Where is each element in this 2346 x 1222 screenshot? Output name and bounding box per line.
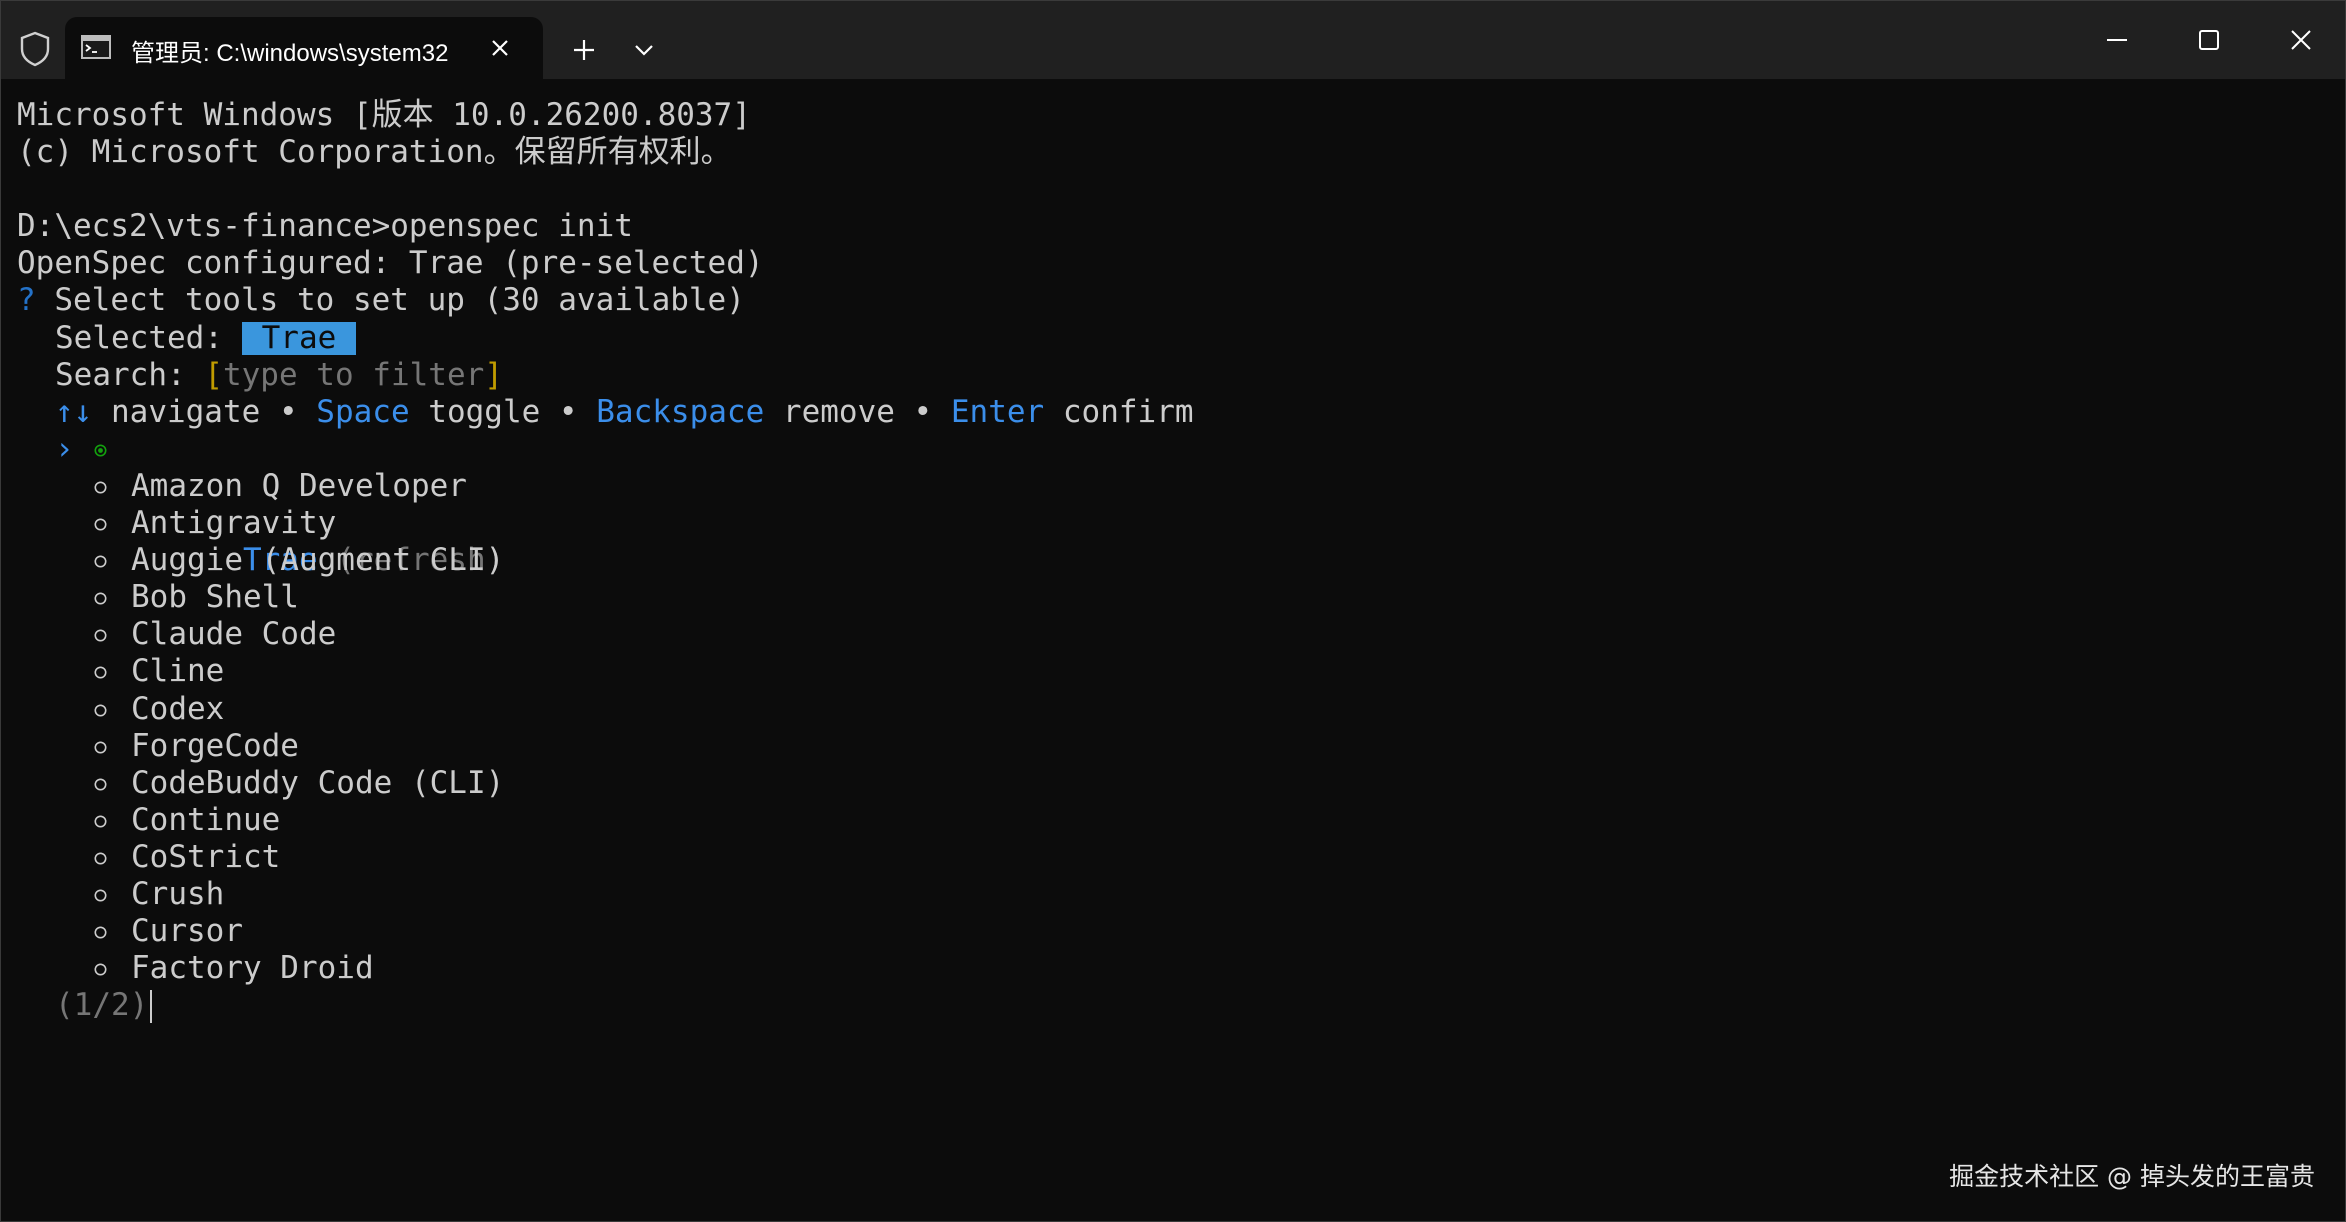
list-item-label: Factory Droid: [131, 950, 374, 987]
list-item[interactable]: Crush: [17, 876, 1194, 913]
selected-label: Selected:: [55, 319, 242, 356]
terminal-output[interactable]: Microsoft Windows [版本 10.0.26200.8037] (…: [17, 97, 1194, 1024]
text-cursor: [150, 990, 153, 1024]
question-line: ? Select tools to set up (30 available): [17, 282, 1194, 319]
help-navigate: navigate •: [92, 393, 317, 430]
navigate-arrows-icon: ↑↓: [55, 393, 93, 430]
close-icon: [492, 40, 508, 56]
radio-unselected-icon: [94, 481, 107, 494]
minimize-icon: [2107, 39, 2127, 41]
list-item[interactable]: Antigravity: [17, 505, 1194, 542]
list-item-active[interactable]: › Trae (refresh): [17, 430, 1194, 578]
plus-icon: [574, 40, 594, 60]
list-item-label: CoStrict: [131, 838, 281, 875]
list-item[interactable]: CoStrict: [17, 839, 1194, 876]
prompt-command: D:\ecs2\vts-finance>openspec init: [17, 208, 633, 245]
radio-unselected-icon: [94, 778, 107, 791]
radio-unselected-icon: [94, 592, 107, 605]
tab-title: 管理员: C:\windows\system32: [131, 40, 449, 67]
help-key-backspace: Backspace: [596, 393, 765, 430]
close-icon: [2291, 30, 2311, 50]
list-item-label: Bob Shell: [131, 579, 299, 616]
maximize-icon: [2199, 30, 2219, 50]
search-bracket-open: [: [204, 356, 223, 393]
search-label: Search:: [55, 356, 205, 393]
radio-unselected-icon: [94, 852, 107, 865]
help-key-enter: Enter: [950, 393, 1045, 430]
title-bar: 管理员: C:\windows\system32: [1, 1, 2345, 79]
header-line-copyright: (c) Microsoft Corporation。保留所有权利。: [17, 134, 732, 171]
list-item-label: ForgeCode: [131, 727, 299, 764]
list-item[interactable]: CodeBuddy Code (CLI): [17, 765, 1194, 802]
help-toggle: toggle •: [409, 393, 597, 430]
search-bracket-close: ]: [484, 356, 503, 393]
list-item-label: Continue: [131, 801, 281, 838]
radio-unselected-icon: [94, 704, 107, 716]
search-line: Search: [type to filter]: [17, 357, 1194, 394]
tab-active[interactable]: 管理员: C:\windows\system32: [65, 17, 543, 79]
terminal-icon: [81, 35, 111, 59]
list-item-label: Codex: [131, 690, 225, 727]
question-mark: ?: [17, 282, 36, 319]
page-indicator: (1/2): [55, 987, 149, 1024]
radio-unselected-icon: [94, 815, 107, 828]
terminal-window: 管理员: C:\windows\system32 Microsoft Windo…: [0, 0, 2346, 1222]
help-remove: remove •: [764, 393, 951, 430]
selected-badge[interactable]: Trae: [241, 321, 357, 355]
question-text: Select tools to set up (30 available): [35, 282, 745, 319]
maximize-button[interactable]: [2179, 15, 2239, 65]
list-item[interactable]: Amazon Q Developer: [17, 468, 1194, 505]
list-item[interactable]: Auggie (Augment CLI): [17, 542, 1194, 579]
list-item-label: Claude Code: [131, 616, 337, 653]
radio-unselected-icon: [94, 889, 107, 902]
close-tab-button[interactable]: [483, 31, 517, 65]
new-tab-button[interactable]: [563, 29, 605, 71]
chevron-down-icon: [635, 45, 653, 56]
list-item[interactable]: Codex: [17, 691, 1194, 728]
list-item[interactable]: Cursor: [17, 913, 1194, 950]
list-item-label: Amazon Q Developer: [131, 467, 467, 504]
configured-line: OpenSpec configured: Trae (pre-selected): [17, 245, 764, 282]
list-item-label: Cline: [131, 653, 225, 690]
close-window-button[interactable]: [2271, 15, 2331, 65]
radio-unselected-icon: [94, 926, 107, 939]
radio-unselected-icon: [94, 963, 107, 976]
list-item-label: Crush: [131, 875, 225, 912]
page-indicator-line: (1/2): [17, 987, 1194, 1024]
pointer-icon: ›: [55, 430, 74, 467]
list-item[interactable]: Claude Code: [17, 616, 1194, 653]
list-item[interactable]: Bob Shell: [17, 579, 1194, 616]
list-item[interactable]: ForgeCode: [17, 728, 1194, 765]
help-line: ↑↓ navigate • Space toggle • Backspace r…: [17, 394, 1194, 431]
radio-unselected-icon: [94, 741, 107, 754]
help-key-space: Space: [316, 393, 410, 430]
radio-unselected-icon: [94, 518, 107, 531]
list-item-label: CodeBuddy Code (CLI): [131, 764, 505, 801]
minimize-button[interactable]: [2087, 15, 2147, 65]
list-item[interactable]: Factory Droid: [17, 950, 1194, 987]
watermark: 掘金技术社区 @ 掉头发的王富贵: [1949, 1162, 2315, 1191]
header-line-version: Microsoft Windows [版本 10.0.26200.8037]: [17, 97, 751, 133]
radio-unselected-icon: [94, 555, 107, 568]
tab-dropdown-button[interactable]: [623, 29, 665, 71]
radio-selected-icon: [94, 444, 107, 457]
list-item[interactable]: Cline: [17, 653, 1194, 690]
search-input[interactable]: type to filter: [223, 357, 484, 393]
list-item-label: Cursor: [131, 913, 243, 950]
help-confirm: confirm: [1044, 393, 1194, 430]
radio-unselected-icon: [94, 629, 107, 642]
list-item-label: Antigravity: [131, 505, 337, 542]
radio-unselected-icon: [94, 666, 107, 679]
selected-line: Selected: Trae: [17, 320, 1194, 357]
shield-icon: [15, 29, 55, 69]
list-item[interactable]: Continue: [17, 802, 1194, 839]
tool-list: Amazon Q Developer Antigravity Auggie (Aug…: [17, 468, 1194, 987]
list-item-label: Auggie (Augment CLI): [131, 542, 505, 579]
